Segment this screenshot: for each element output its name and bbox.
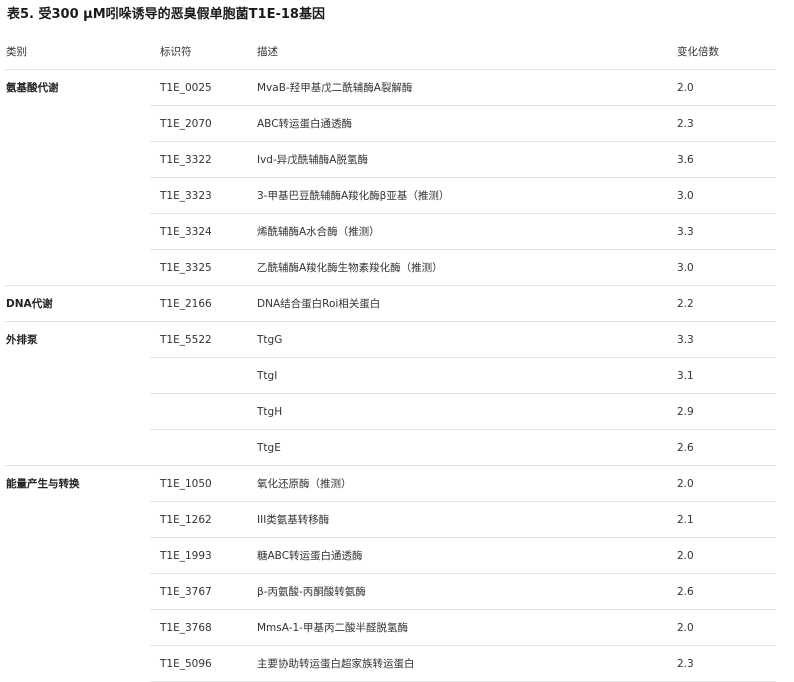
description-cell: MvaB-羟甲基戊二酰辅酶A裂解酶 [257, 82, 413, 94]
fold-change-cell: 3.1 [677, 370, 694, 382]
table-title: 表5. 受300 μM吲哚诱导的恶臭假单胞菌T1E-18基因 [7, 7, 325, 22]
fold-change-cell: 2.0 [677, 478, 694, 490]
description-cell: β-丙氨酸-丙酮酸转氨酶 [257, 586, 366, 598]
table-row: T1E_3325 乙酰辅酶A羧化酶生物素羧化酶（推测） 3.0 [0, 250, 776, 286]
table-row: T1E_3323 3-甲基巴豆酰辅酶A羧化酶β亚基（推测） 3.0 [0, 178, 776, 214]
description-cell: MmsA-1-甲基丙二酸半醛脱氢酶 [257, 622, 408, 634]
description-cell: 主要协助转运蛋白超家族转运蛋白 [257, 658, 415, 670]
description-cell: 乙酰辅酶A羧化酶生物素羧化酶（推测） [257, 262, 443, 274]
gene-table: 类别 标识符 描述 变化倍数 氨基酸代谢 T1E_0025 MvaB-羟甲基戊二酰辅… [0, 34, 776, 682]
identifier-cell: T1E_1050 [160, 478, 212, 490]
table-row: T1E_3767 β-丙氨酸-丙酮酸转氨酶 2.6 [0, 574, 776, 610]
identifier-cell: T1E_2070 [160, 118, 212, 130]
description-cell: TtgE [257, 442, 281, 454]
table-row: T1E_1262 III类氨基转移酶 2.1 [0, 502, 776, 538]
table-row: T1E_3322 Ivd-异戊酰辅酶A脱氢酶 3.6 [0, 142, 776, 178]
fold-change-cell: 2.6 [677, 586, 694, 598]
header-category: 类别 [6, 46, 27, 58]
table-row: 能量产生与转换 T1E_1050 氧化还原酶（推测） 2.0 [0, 466, 776, 502]
table-row: T1E_3324 烯酰辅酶A水合酶（推测） 3.3 [0, 214, 776, 250]
header-fold-change: 变化倍数 [677, 46, 719, 58]
table-row: TtgH 2.9 [0, 394, 776, 430]
fold-change-cell: 2.9 [677, 406, 694, 418]
identifier-cell: T1E_3767 [160, 586, 212, 598]
identifier-cell: T1E_1262 [160, 514, 212, 526]
table-row: T1E_1993 糖ABC转运蛋白通透酶 2.0 [0, 538, 776, 574]
fold-change-cell: 3.6 [677, 154, 694, 166]
table-row: T1E_5096 主要协助转运蛋白超家族转运蛋白 2.3 [0, 646, 776, 682]
category-cell: 外排泵 [6, 334, 38, 346]
description-cell: III类氨基转移酶 [257, 514, 330, 526]
identifier-cell: T1E_2166 [160, 298, 212, 310]
fold-change-cell: 2.0 [677, 622, 694, 634]
identifier-cell: T1E_5096 [160, 658, 212, 670]
fold-change-cell: 3.0 [677, 190, 694, 202]
identifier-cell: T1E_3322 [160, 154, 212, 166]
category-cell: 氨基酸代谢 [6, 82, 59, 94]
fold-change-cell: 2.0 [677, 82, 694, 94]
identifier-cell: T1E_3325 [160, 262, 212, 274]
description-cell: DNA结合蛋白Roi相关蛋白 [257, 298, 381, 310]
table-row: T1E_3768 MmsA-1-甲基丙二酸半醛脱氢酶 2.0 [0, 610, 776, 646]
description-cell: 3-甲基巴豆酰辅酶A羧化酶β亚基（推测） [257, 190, 450, 202]
description-cell: 氧化还原酶（推测） [257, 478, 352, 490]
fold-change-cell: 3.3 [677, 226, 694, 238]
description-cell: ABC转运蛋白通透酶 [257, 118, 353, 130]
fold-change-cell: 2.3 [677, 118, 694, 130]
header-description: 描述 [257, 46, 278, 58]
identifier-cell: T1E_0025 [160, 82, 212, 94]
table-body: 氨基酸代谢 T1E_0025 MvaB-羟甲基戊二酰辅酶A裂解酶 2.0 T1E_207… [0, 70, 776, 682]
table-row: TtgI 3.1 [0, 358, 776, 394]
category-cell: DNA代谢 [6, 298, 53, 310]
table-row: TtgE 2.6 [0, 430, 776, 466]
fold-change-cell: 2.0 [677, 550, 694, 562]
description-cell: TtgG [257, 334, 283, 346]
identifier-cell: T1E_3324 [160, 226, 212, 238]
description-cell: 糖ABC转运蛋白通透酶 [257, 550, 363, 562]
category-cell: 能量产生与转换 [6, 478, 80, 490]
fold-change-cell: 2.6 [677, 442, 694, 454]
table-row: 氨基酸代谢 T1E_0025 MvaB-羟甲基戊二酰辅酶A裂解酶 2.0 [0, 70, 776, 106]
table-row: 外排泵 T1E_5522 TtgG 3.3 [0, 322, 776, 358]
identifier-cell: T1E_3768 [160, 622, 212, 634]
description-cell: TtgH [257, 406, 283, 418]
table-header-row: 类别 标识符 描述 变化倍数 [0, 34, 776, 70]
description-cell: Ivd-异戊酰辅酶A脱氢酶 [257, 154, 368, 166]
table-row: DNA代谢 T1E_2166 DNA结合蛋白Roi相关蛋白 2.2 [0, 286, 776, 322]
fold-change-cell: 2.1 [677, 514, 694, 526]
description-cell: TtgI [257, 370, 278, 382]
identifier-cell: T1E_1993 [160, 550, 212, 562]
identifier-cell: T1E_5522 [160, 334, 212, 346]
fold-change-cell: 2.2 [677, 298, 694, 310]
fold-change-cell: 3.0 [677, 262, 694, 274]
header-identifier: 标识符 [160, 46, 192, 58]
identifier-cell: T1E_3323 [160, 190, 212, 202]
table-row: T1E_2070 ABC转运蛋白通透酶 2.3 [0, 106, 776, 142]
description-cell: 烯酰辅酶A水合酶（推测） [257, 226, 380, 238]
fold-change-cell: 3.3 [677, 334, 694, 346]
fold-change-cell: 2.3 [677, 658, 694, 670]
